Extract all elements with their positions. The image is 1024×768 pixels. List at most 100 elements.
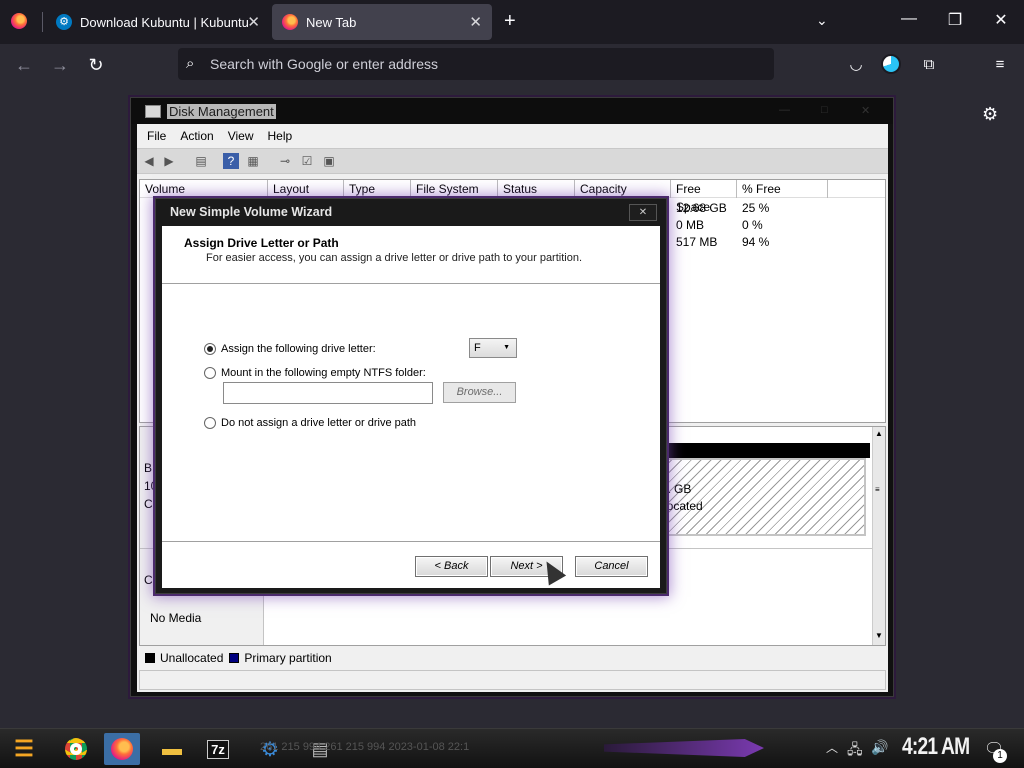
volume-icon[interactable]: 🔊 xyxy=(871,739,888,756)
back-button[interactable]: < Back xyxy=(415,556,488,577)
search-icon: ⌕ xyxy=(186,55,195,72)
clock[interactable]: 4:21 AM xyxy=(902,733,970,761)
table-row-pct-free: 0 % xyxy=(742,218,763,232)
column-volume[interactable]: Volume xyxy=(140,180,268,198)
account-icon[interactable] xyxy=(881,54,901,74)
assign-letter-label: Assign the following drive letter: xyxy=(221,343,376,355)
new-tab-button[interactable]: + xyxy=(504,10,516,33)
primary-partition-swatch xyxy=(229,653,240,663)
column-layout[interactable]: Layout xyxy=(268,180,344,198)
hamburger-menu-icon[interactable]: ≡ xyxy=(989,54,1011,76)
wizard-titlebar: New Simple Volume Wizard ✕ xyxy=(156,199,666,225)
disk-label-fragment: C xyxy=(144,573,153,587)
taskbar-background-text: 261 215 994 261 215 994 2023-01-08 22:1 xyxy=(260,741,470,753)
maximize-icon[interactable]: □ xyxy=(821,104,828,116)
file-explorer-icon[interactable]: ▬ xyxy=(154,733,190,765)
network-icon[interactable]: 🖧 xyxy=(847,739,863,763)
vertical-scrollbar[interactable]: ▲ ≡ ▼ xyxy=(872,427,885,645)
menu-help[interactable]: Help xyxy=(268,129,293,143)
tab-new-tab[interactable]: New Tab ✕ xyxy=(272,4,492,40)
firefox-taskbar-icon[interactable] xyxy=(104,733,140,765)
mount-folder-radio[interactable] xyxy=(204,367,216,379)
notification-badge: 1 xyxy=(993,749,1007,763)
tab-kubuntu[interactable]: ⚙ Download Kubuntu | Kubuntu ✕ xyxy=(44,4,270,40)
column-type[interactable]: Type xyxy=(344,180,411,198)
list-tabs-button[interactable]: ⌄ xyxy=(816,12,828,29)
maximize-button[interactable]: ❐ xyxy=(940,10,970,30)
scroll-grip-icon[interactable]: ≡ xyxy=(875,485,880,494)
footer-divider xyxy=(162,541,660,542)
pocket-icon[interactable]: ◡ xyxy=(845,54,867,76)
no-assign-option[interactable]: Do not assign a drive letter or drive pa… xyxy=(204,417,416,429)
menu-bar: File Action View Help xyxy=(137,124,888,148)
mount-folder-option[interactable]: Mount in the following empty NTFS folder… xyxy=(204,367,426,379)
tray-chevron-up-icon[interactable]: ︿ xyxy=(826,739,838,756)
scroll-down-icon[interactable]: ▼ xyxy=(875,631,883,640)
menu-action[interactable]: Action xyxy=(180,129,213,143)
column-pct-free[interactable]: % Free xyxy=(737,180,828,198)
properties-icon[interactable]: ▦ xyxy=(245,153,261,169)
close-window-button[interactable]: ✕ xyxy=(986,10,1016,30)
disk-management-app-icon xyxy=(145,105,161,118)
tab-title: Download Kubuntu | Kubuntu xyxy=(80,14,249,30)
show-hide-tree-icon[interactable]: ▤ xyxy=(193,153,209,169)
table-row-pct-free: 94 % xyxy=(742,235,770,249)
browse-button[interactable]: Browse... xyxy=(443,382,516,403)
tab-close-icon[interactable]: ✕ xyxy=(469,13,482,31)
kubuntu-favicon-icon: ⚙ xyxy=(56,14,72,30)
new-simple-volume-wizard: New Simple Volume Wizard ✕ Assign Drive … xyxy=(155,198,667,594)
firefox-favicon-icon xyxy=(282,14,298,30)
tab-title: New Tab xyxy=(306,14,357,30)
gear-icon[interactable]: ⚙ xyxy=(982,104,998,125)
menu-view[interactable]: View xyxy=(228,129,254,143)
wizard-body: Assign Drive Letter or Path For easier a… xyxy=(162,226,660,588)
forward-arrow-icon[interactable]: → xyxy=(49,54,71,76)
unallocated-swatch xyxy=(145,653,155,663)
minimize-icon[interactable]: — xyxy=(779,104,790,116)
table-row-free-space: 517 MB xyxy=(676,235,718,249)
back-icon[interactable]: ◀ xyxy=(141,153,157,169)
ntfs-folder-input[interactable] xyxy=(223,382,433,404)
extensions-icon[interactable]: ⧉ xyxy=(918,54,940,76)
column-status[interactable]: Status xyxy=(498,180,575,198)
tab-divider xyxy=(42,12,43,32)
address-bar[interactable]: ⌕ xyxy=(178,48,774,80)
scroll-up-icon[interactable]: ▲ xyxy=(875,429,883,438)
assign-letter-option[interactable]: Assign the following drive letter: xyxy=(204,343,376,355)
wizard-close-icon[interactable]: ✕ xyxy=(629,204,657,221)
column-free-space[interactable]: Free Space xyxy=(671,180,737,214)
unallocated-partition[interactable]: 1 GB located xyxy=(662,458,866,536)
table-row-free-space: 0 MB xyxy=(676,218,705,232)
address-input[interactable] xyxy=(210,53,750,75)
help-icon[interactable]: ? xyxy=(223,153,239,169)
start-menu-icon[interactable]: ☰ xyxy=(6,733,42,765)
back-arrow-icon[interactable]: ← xyxy=(13,54,35,76)
no-media-label: No Media xyxy=(150,611,202,625)
check-icon[interactable]: ☑ xyxy=(299,153,315,169)
minimize-button[interactable]: — xyxy=(894,10,924,28)
reload-icon[interactable]: ↻ xyxy=(85,54,107,76)
7zip-icon[interactable]: 7z xyxy=(200,733,236,765)
tab-close-icon[interactable]: ✕ xyxy=(247,13,260,31)
firefox-menu-icon[interactable] xyxy=(11,13,27,29)
no-assign-label: Do not assign a drive letter or drive pa… xyxy=(221,417,417,429)
tab-strip: ⚙ Download Kubuntu | Kubuntu ✕ New Tab ✕… xyxy=(0,0,1024,44)
drive-letter-select[interactable]: F ▼ xyxy=(469,338,517,358)
status-bar xyxy=(139,670,886,690)
wizard-title: New Simple Volume Wizard xyxy=(170,205,333,219)
forward-icon[interactable]: ▶ xyxy=(161,153,177,169)
menu-file[interactable]: File xyxy=(147,129,166,143)
close-icon[interactable]: ✕ xyxy=(861,104,870,117)
unallocated-size: 1 GB xyxy=(664,482,692,496)
column-file-system[interactable]: File System xyxy=(411,180,498,198)
toolbar: ◀ ▶ ▤ ? ▦ ⊸ ☑ ▣ xyxy=(137,148,888,174)
legend-primary: Primary partition xyxy=(244,651,332,665)
no-assign-radio[interactable] xyxy=(204,417,216,429)
settings-list-icon[interactable]: ▣ xyxy=(321,153,337,169)
disk-management-titlebar: Disk Management — □ ✕ xyxy=(131,98,893,124)
chrome-icon[interactable] xyxy=(58,733,94,765)
column-capacity[interactable]: Capacity xyxy=(575,180,671,198)
rescan-icon[interactable]: ⊸ xyxy=(277,153,293,169)
cancel-button[interactable]: Cancel xyxy=(575,556,648,577)
assign-letter-radio[interactable] xyxy=(204,343,216,355)
